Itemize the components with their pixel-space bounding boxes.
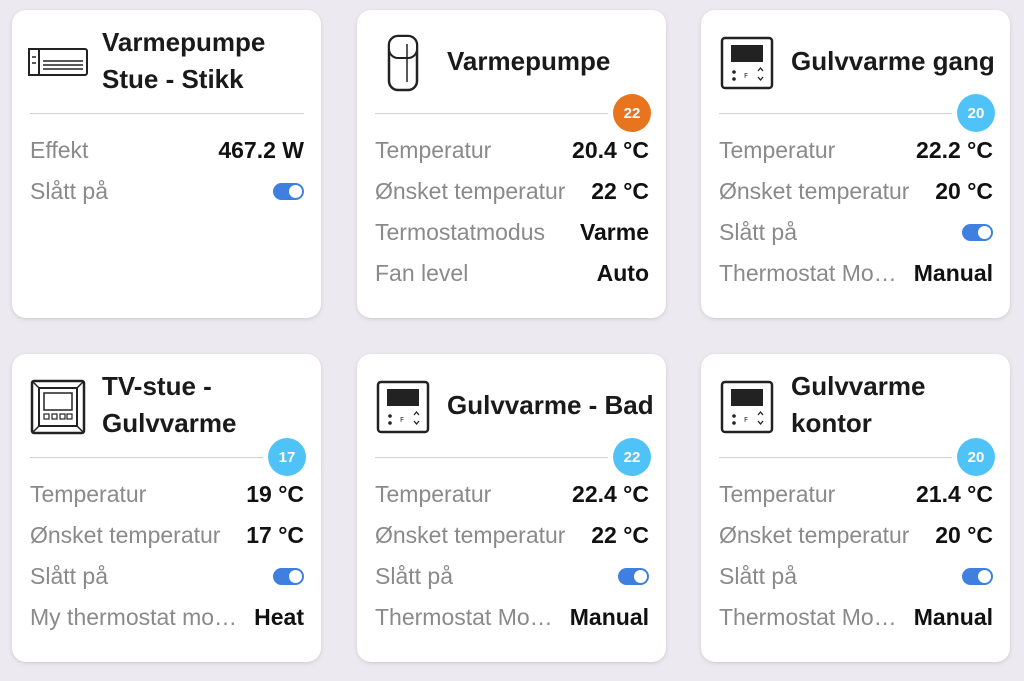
row-onsket-temperatur: Ønsket temperatur 17 °C	[30, 515, 304, 556]
row-onsket-temperatur: Ønsket temperatur 20 °C	[719, 171, 993, 212]
row-label: Slått på	[30, 563, 108, 589]
row-label: Effekt	[30, 137, 89, 163]
row-effekt: Effekt 467.2 W	[30, 130, 304, 171]
card-varmepumpe[interactable]: Varmepumpe 22 Temperatur 20.4 °C Ønsket …	[357, 10, 666, 318]
divider	[375, 113, 608, 114]
row-value: 19 °C	[246, 481, 304, 507]
card-title: Gulvvarme kontor	[791, 371, 926, 438]
target-temperature-badge: 22	[613, 438, 651, 476]
row-value: 20 °C	[935, 522, 993, 548]
card-gulvvarme-kontor[interactable]: F Gulvvarme kontor 20 Temperatur 21.4 °C…	[701, 354, 1010, 662]
target-temperature-badge: 20	[957, 438, 995, 476]
row-label: Ønsket temperatur	[719, 522, 910, 548]
row-label: Temperatur	[30, 481, 147, 507]
power-toggle[interactable]	[962, 568, 993, 585]
row-value: Varme	[579, 219, 649, 245]
row-value: 467.2 W	[218, 137, 304, 163]
floor-thermostat-icon	[27, 376, 89, 438]
power-toggle[interactable]	[273, 568, 304, 585]
row-value: 20 °C	[935, 178, 993, 204]
card-gulvvarme-gang[interactable]: F Gulvvarme gang 20 Temperatur 22.2 °C Ø…	[701, 10, 1010, 318]
divider	[375, 457, 608, 458]
row-value: Heat	[254, 604, 304, 630]
row-slatt-pa: Slått på	[719, 556, 993, 597]
row-label: Thermostat Mo…	[719, 260, 897, 286]
card-tv-stue-gulvvarme[interactable]: TV-stue - Gulvvarme 17 Temperatur 19 °C …	[12, 354, 321, 662]
row-value: 20.4 °C	[572, 137, 649, 163]
row-label: Temperatur	[375, 137, 492, 163]
row-label: My thermostat mo…	[30, 604, 238, 630]
row-label: Ønsket temperatur	[375, 178, 566, 204]
row-label: Slått på	[375, 563, 453, 589]
row-label: Temperatur	[719, 481, 836, 507]
power-toggle[interactable]	[618, 568, 649, 585]
row-thermostat-mode: Thermostat Mo… Manual	[719, 253, 993, 294]
row-label: Fan level	[375, 260, 469, 286]
card-title: Varmepumpe	[447, 45, 611, 76]
svg-text:F: F	[744, 72, 748, 80]
power-toggle[interactable]	[962, 224, 993, 241]
thermostat-icon: F	[372, 376, 434, 438]
row-value: Manual	[569, 604, 649, 630]
heat-pump-remote-icon	[372, 32, 434, 94]
target-temperature-badge: 22	[613, 94, 651, 132]
row-slatt-pa: Slått på	[30, 171, 304, 212]
row-value: 22.4 °C	[572, 481, 649, 507]
row-my-thermostat-mode: My thermostat mo… Heat	[30, 597, 304, 638]
row-temperatur: Temperatur 21.4 °C	[719, 474, 993, 515]
row-slatt-pa: Slått på	[719, 212, 993, 253]
row-label: Temperatur	[719, 137, 836, 163]
divider	[719, 457, 952, 458]
row-label: Slått på	[30, 178, 108, 204]
divider	[30, 457, 263, 458]
row-label: Ønsket temperatur	[719, 178, 910, 204]
row-label: Ønsket temperatur	[375, 522, 566, 548]
target-temperature-badge: 20	[957, 94, 995, 132]
card-title: Varmepumpe Stue - Stikk	[102, 27, 266, 94]
row-temperatur: Temperatur 22.4 °C	[375, 474, 649, 515]
row-value: 21.4 °C	[916, 481, 993, 507]
row-label: Thermostat Mo…	[375, 604, 553, 630]
air-conditioner-icon	[27, 32, 89, 94]
row-label: Temperatur	[375, 481, 492, 507]
row-value: Manual	[913, 604, 993, 630]
target-temperature-badge: 17	[268, 438, 306, 476]
row-value: 22.2 °C	[916, 137, 993, 163]
row-temperatur: Temperatur 19 °C	[30, 474, 304, 515]
row-label: Slått på	[719, 219, 797, 245]
card-varmepumpe-stue-stikk[interactable]: Varmepumpe Stue - Stikk Effekt 467.2 W S…	[12, 10, 321, 318]
card-title: TV-stue - Gulvvarme	[102, 371, 237, 438]
row-value: Manual	[913, 260, 993, 286]
row-label: Thermostat Mo…	[719, 604, 897, 630]
thermostat-icon: F	[716, 32, 778, 94]
divider	[30, 113, 304, 114]
row-value: 22 °C	[591, 178, 649, 204]
row-onsket-temperatur: Ønsket temperatur 22 °C	[375, 515, 649, 556]
row-thermostat-mode: Thermostat Mo… Manual	[375, 597, 649, 638]
row-slatt-pa: Slått på	[30, 556, 304, 597]
row-onsket-temperatur: Ønsket temperatur 20 °C	[719, 515, 993, 556]
row-fan-level: Fan level Auto	[375, 253, 649, 294]
card-title: Gulvvarme - Bad	[447, 389, 654, 420]
row-value: 17 °C	[246, 522, 304, 548]
power-toggle[interactable]	[273, 183, 304, 200]
thermostat-icon: F	[716, 376, 778, 438]
divider	[719, 113, 952, 114]
svg-text:F: F	[744, 416, 748, 424]
row-temperatur: Temperatur 20.4 °C	[375, 130, 649, 171]
row-label: Slått på	[719, 563, 797, 589]
card-gulvvarme-bad[interactable]: F Gulvvarme - Bad 22 Temperatur 22.4 °C …	[357, 354, 666, 662]
svg-text:F: F	[400, 416, 404, 424]
row-termostatmodus: Termostatmodus Varme	[375, 212, 649, 253]
row-label: Termostatmodus	[375, 219, 546, 245]
row-thermostat-mode: Thermostat Mo… Manual	[719, 597, 993, 638]
row-temperatur: Temperatur 22.2 °C	[719, 130, 993, 171]
row-onsket-temperatur: Ønsket temperatur 22 °C	[375, 171, 649, 212]
row-label: Ønsket temperatur	[30, 522, 221, 548]
card-title: Gulvvarme gang	[791, 45, 995, 76]
row-value: 22 °C	[591, 522, 649, 548]
row-value: Auto	[596, 260, 649, 286]
row-slatt-pa: Slått på	[375, 556, 649, 597]
